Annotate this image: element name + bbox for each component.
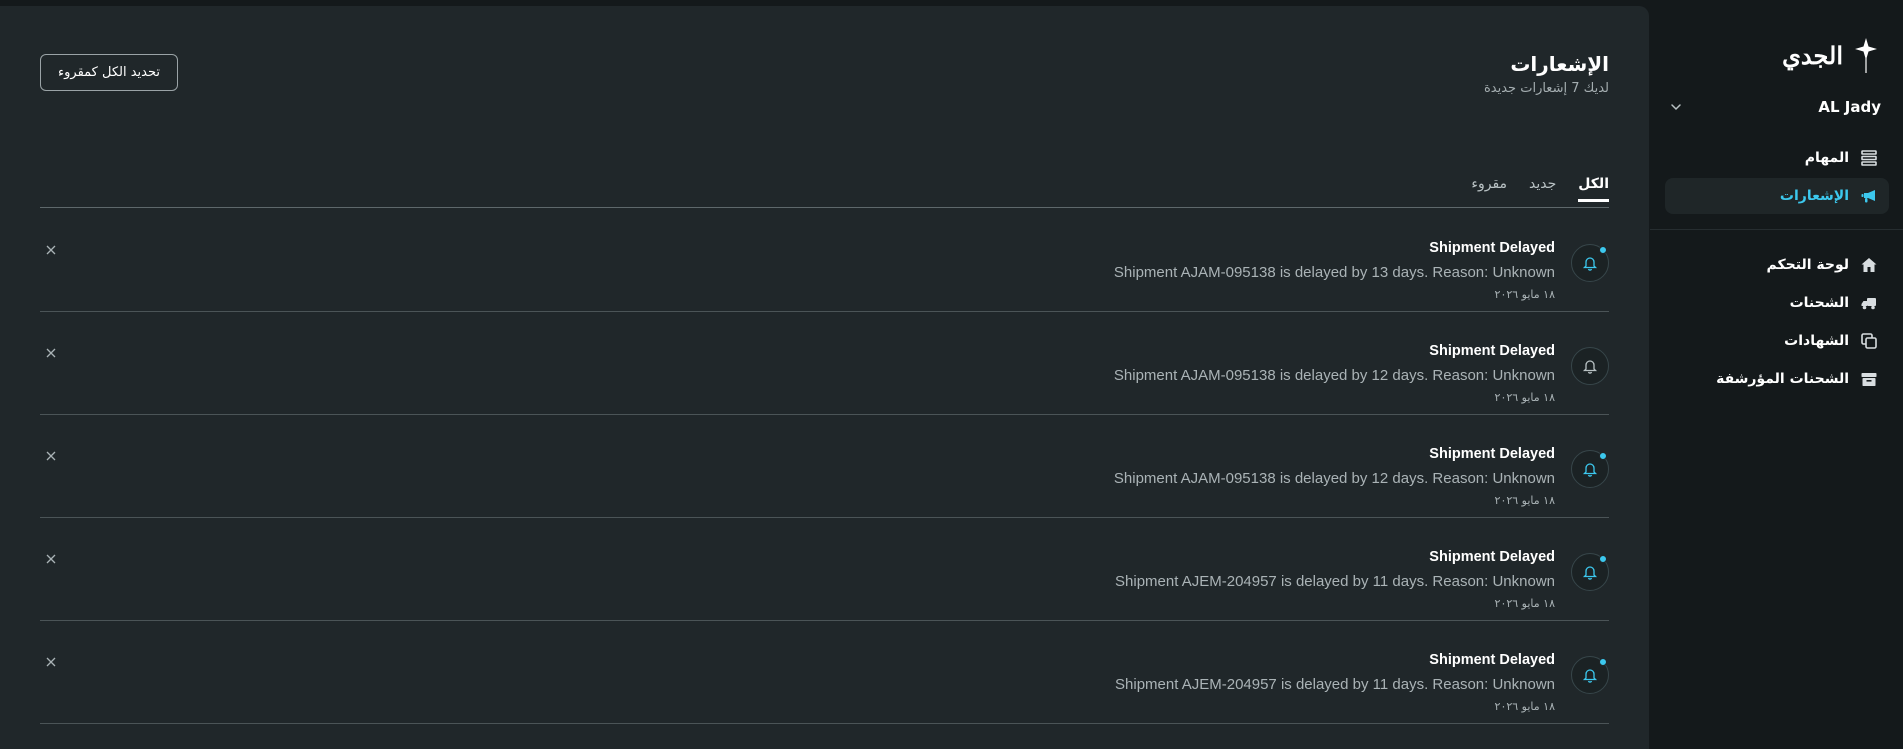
notification-list: Shipment Delayed Shipment AJAM-095138 is… [40, 209, 1609, 724]
notification-message: Shipment AJAM-095138 is delayed by 12 da… [1113, 470, 1555, 487]
bell-icon [1571, 244, 1609, 282]
unread-dot [1599, 452, 1607, 460]
sidebar: الجدي AL Jady المهام الإشعارات لوحة التح… [1650, 0, 1903, 749]
notification-date: ١٨ مايو ٢٠٢٦ [1494, 391, 1555, 404]
home-icon [1859, 255, 1879, 275]
sidebar-item-shipments[interactable]: الشحنات [1665, 285, 1889, 321]
notification-date: ١٨ مايو ٢٠٢٦ [1494, 494, 1555, 507]
sidebar-item-tasks[interactable]: المهام [1665, 140, 1889, 176]
notification-item[interactable]: Shipment Delayed Shipment AJAM-095138 is… [40, 312, 1609, 415]
bell-icon [1571, 347, 1609, 385]
tabs-divider [40, 207, 1609, 208]
sidebar-item-label: الشحنات المؤرشفة [1716, 371, 1849, 387]
tab-all[interactable]: الكل [1578, 176, 1609, 202]
filter-tabs: الكل جديد مقروء [1471, 176, 1609, 202]
bell-icon [1571, 450, 1609, 488]
notification-title: Shipment Delayed [1429, 652, 1555, 668]
sidebar-item-notifications[interactable]: الإشعارات [1665, 178, 1889, 214]
sidebar-item-archived-shipments[interactable]: الشحنات المؤرشفة [1665, 361, 1889, 397]
sidebar-item-label: الشحنات [1789, 295, 1849, 311]
sidebar-item-label: الإشعارات [1779, 188, 1849, 204]
tab-read[interactable]: مقروء [1471, 176, 1507, 201]
megaphone-icon [1859, 186, 1879, 206]
tab-new[interactable]: جديد [1529, 176, 1556, 201]
notification-date: ١٨ مايو ٢٠٢٦ [1494, 288, 1555, 301]
page-title: الإشعارات [1510, 52, 1609, 76]
sidebar-item-label: لوحة التحكم [1766, 257, 1849, 273]
sidebar-item-label: المهام [1804, 150, 1849, 166]
sidebar-item-certificates[interactable]: الشهادات [1665, 323, 1889, 359]
notification-item[interactable]: Shipment Delayed Shipment AJAM-095138 is… [40, 209, 1609, 312]
notification-date: ١٨ مايو ٢٠٢٦ [1494, 700, 1555, 713]
sidebar-item-dashboard[interactable]: لوحة التحكم [1665, 247, 1889, 283]
list-icon [1859, 148, 1879, 168]
notification-title: Shipment Delayed [1429, 343, 1555, 359]
user-name: AL Jady [1818, 98, 1881, 116]
sidebar-divider [1650, 229, 1903, 230]
notification-title: Shipment Delayed [1429, 240, 1555, 256]
bell-icon [1571, 553, 1609, 591]
notification-message: Shipment AJEM-204957 is delayed by 11 da… [1115, 573, 1555, 590]
close-icon[interactable] [44, 449, 58, 463]
truck-icon [1859, 293, 1879, 313]
brand[interactable]: الجدي [1782, 36, 1879, 74]
notification-title: Shipment Delayed [1429, 549, 1555, 565]
close-icon[interactable] [44, 243, 58, 257]
documents-icon [1859, 331, 1879, 351]
notification-message: Shipment AJEM-204957 is delayed by 11 da… [1115, 676, 1555, 693]
bell-icon [1571, 656, 1609, 694]
chevron-down-icon [1671, 104, 1681, 111]
unread-dot [1599, 246, 1607, 254]
notification-item[interactable]: Shipment Delayed Shipment AJEM-204957 is… [40, 621, 1609, 724]
notification-message: Shipment AJAM-095138 is delayed by 13 da… [1113, 264, 1555, 281]
mark-all-read-button[interactable]: تحديد الكل كمقروء [40, 54, 178, 91]
notification-item[interactable]: Shipment Delayed Shipment AJEM-204957 is… [40, 518, 1609, 621]
app-root: الجدي AL Jady المهام الإشعارات لوحة التح… [0, 0, 1903, 749]
notification-message: Shipment AJAM-095138 is delayed by 12 da… [1113, 367, 1555, 384]
page-subtitle: لديك 7 إشعارات جديدة [1483, 81, 1609, 96]
brand-name: الجدي [1782, 40, 1843, 70]
sparkle-star-icon [1853, 36, 1879, 74]
close-icon[interactable] [44, 346, 58, 360]
unread-dot [1599, 658, 1607, 666]
notifications-panel: الإشعارات لديك 7 إشعارات جديدة تحديد الك… [0, 6, 1649, 749]
close-icon[interactable] [44, 655, 58, 669]
sidebar-item-label: الشهادات [1784, 333, 1849, 349]
close-icon[interactable] [44, 552, 58, 566]
notification-title: Shipment Delayed [1429, 446, 1555, 462]
notification-date: ١٨ مايو ٢٠٢٦ [1494, 597, 1555, 610]
archive-icon [1859, 369, 1879, 389]
notification-item[interactable]: Shipment Delayed Shipment AJAM-095138 is… [40, 415, 1609, 518]
user-switcher[interactable]: AL Jady [1668, 98, 1881, 116]
unread-dot [1599, 555, 1607, 563]
